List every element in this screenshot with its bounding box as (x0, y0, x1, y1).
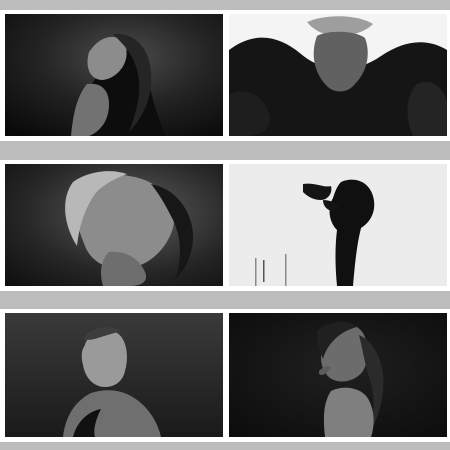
frame-6-image (229, 313, 447, 437)
frame-2-image (229, 14, 447, 136)
video-thumbnail-5[interactable] (5, 313, 223, 437)
video-thumbnail-4[interactable] (229, 164, 447, 286)
frame-1-image (5, 14, 223, 136)
frame-3-image (5, 164, 223, 286)
video-thumbnail-2[interactable] (229, 14, 447, 136)
video-thumbnail-1[interactable] (5, 14, 223, 136)
video-thumbnail-3[interactable] (5, 164, 223, 286)
frame-4-image (229, 164, 447, 286)
contact-sheet (0, 0, 450, 450)
video-thumbnail-6[interactable] (229, 313, 447, 437)
frame-5-image (5, 313, 223, 437)
